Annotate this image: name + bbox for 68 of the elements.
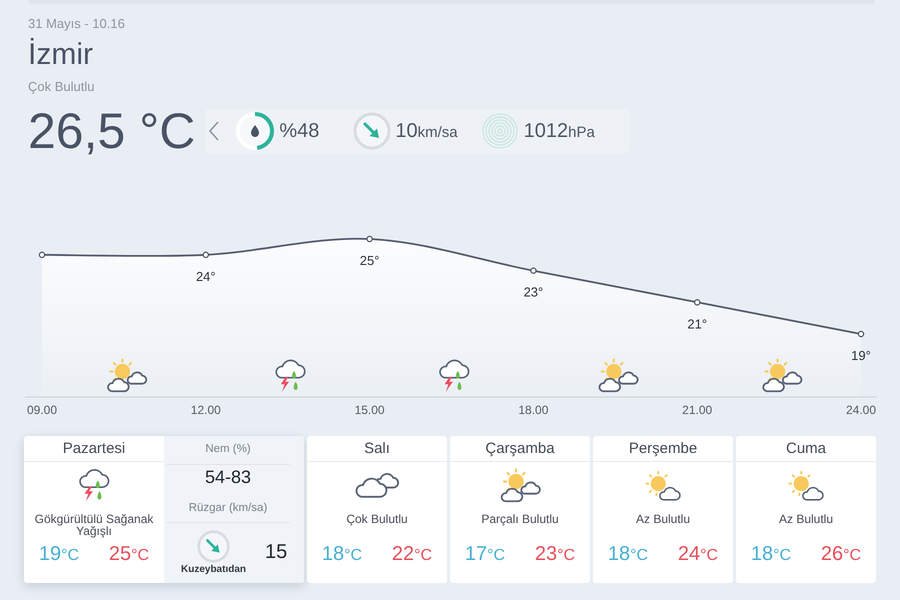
data-point xyxy=(530,267,537,274)
low-temperature: 19°C xyxy=(38,542,80,566)
current-temperature: 26,5 °C xyxy=(28,103,196,159)
humidity-value: %48 xyxy=(279,120,320,142)
condition-text: Çok Bulutlu xyxy=(345,511,409,528)
drop-icon xyxy=(251,125,260,137)
high-temperature: 25°C xyxy=(108,542,150,566)
data-point xyxy=(38,252,46,258)
time-label: 24.00 xyxy=(846,403,876,417)
wind-speed: 15 xyxy=(265,540,288,563)
condition-text: Parçalı Bulutlu xyxy=(480,511,560,528)
arrow-circle-icon xyxy=(353,112,392,150)
condition-text: Az Bulutlu xyxy=(634,511,692,528)
clouds-icon xyxy=(354,472,400,498)
day-card[interactable]: Cuma Az Bulutlu 18°C 26°C xyxy=(736,436,876,583)
concentric-rings-icon xyxy=(482,113,518,149)
date-time: 31 Mayıs - 10.16 xyxy=(28,16,126,32)
sun-clouds-icon xyxy=(599,359,638,392)
time-label: 09.00 xyxy=(26,403,58,417)
city-name: İzmir xyxy=(28,37,94,73)
low-temperature: 18°C xyxy=(750,542,792,566)
condition-text: Az Bulutlu xyxy=(778,511,834,528)
storm-cloud-icon xyxy=(276,360,305,392)
temperature-label: 25° xyxy=(360,253,380,268)
sun-cloud-icon xyxy=(644,470,682,502)
humidity-range: 54-83 xyxy=(204,466,252,489)
wind-direction: Kuzeybatıdan xyxy=(180,563,246,576)
time-label: 18.00 xyxy=(518,403,548,417)
wind-speed: 10km/sa xyxy=(395,120,458,142)
time-label: 15.00 xyxy=(354,403,385,417)
data-point xyxy=(694,299,700,306)
storm-cloud-icon xyxy=(78,469,110,502)
wind-label: Rüzgar (km/sa) xyxy=(166,497,290,523)
high-temperature: 23°C xyxy=(534,542,576,566)
data-point xyxy=(202,252,209,258)
day-name: Çarşamba xyxy=(450,436,590,462)
temperature-label: 23° xyxy=(524,284,544,300)
low-temperature: 18°C xyxy=(322,542,362,566)
pressure-value: 1012hPa xyxy=(524,120,595,142)
sun-clouds-icon xyxy=(763,359,802,392)
day-card[interactable]: Çarşamba Parçalı Bulutlu 17°C 23°C xyxy=(450,436,590,583)
sun-cloud-icon xyxy=(787,470,825,502)
arrow-circle-icon xyxy=(197,530,230,563)
storm-cloud-icon xyxy=(440,360,469,392)
temperature-label: 19° xyxy=(851,348,871,363)
day-name: Perşembe xyxy=(593,436,733,462)
low-temperature: 17°C xyxy=(464,542,506,566)
sun-clouds-icon xyxy=(108,359,146,392)
data-point xyxy=(858,330,864,338)
data-point xyxy=(366,236,373,242)
day-name: Salı xyxy=(307,436,447,462)
day-card[interactable]: Pazartesi Gökgürültülü Sağanak Yağışlı 19°C 25°C Nem (%) 54-83 Rüzgar (km/sa) Kuzeybatıdan 15 xyxy=(24,436,304,583)
humidity-label: Nem (%) xyxy=(166,436,290,465)
sun-clouds-icon xyxy=(498,468,542,504)
day-name: Cuma xyxy=(736,436,876,462)
temperature-label: 21° xyxy=(687,316,708,332)
high-temperature: 24°C xyxy=(678,542,718,566)
high-temperature: 22°C xyxy=(392,542,432,566)
temperature-label: 24° xyxy=(196,268,216,284)
time-label: 12.00 xyxy=(190,403,221,417)
day-card[interactable]: Perşembe Az Bulutlu 18°C 24°C xyxy=(593,436,733,583)
condition-text: Çok Bulutlu xyxy=(28,79,96,95)
low-temperature: 18°C xyxy=(608,542,648,566)
chevron-left-icon[interactable] xyxy=(209,121,220,141)
high-temperature: 26°C xyxy=(820,542,862,566)
condition-text: Gökgürültülü Sağanak Yağışlı xyxy=(34,511,154,539)
time-label: 21.00 xyxy=(682,403,712,417)
day-card[interactable]: Salı Çok Bulutlu 18°C 22°C xyxy=(307,436,447,583)
